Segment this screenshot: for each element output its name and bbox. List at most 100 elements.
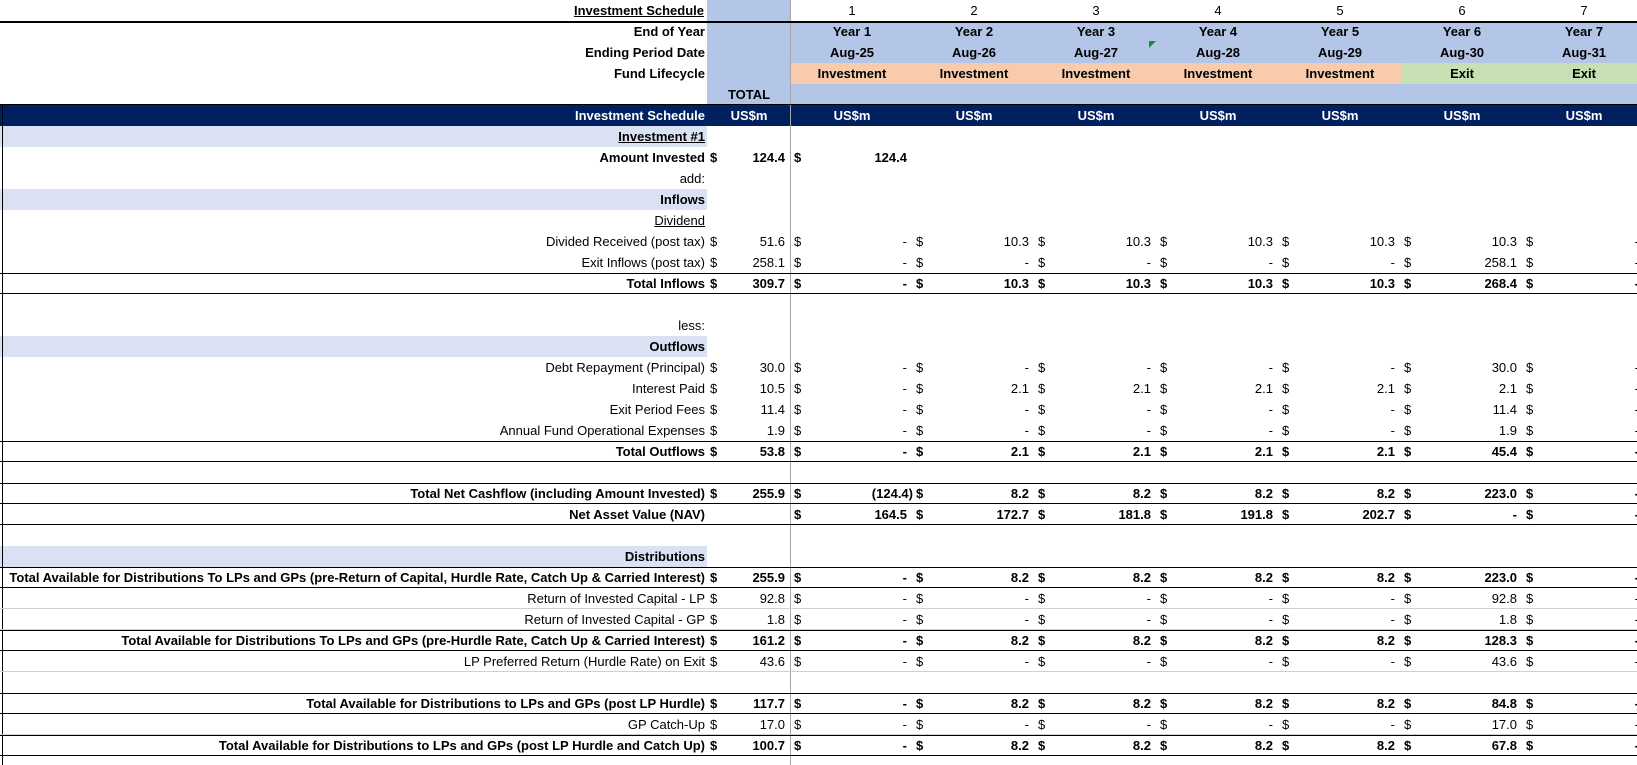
year-value-cell[interactable]: 268.4: [1421, 273, 1523, 294]
year-value-cell[interactable]: -: [1055, 588, 1157, 609]
total-value-cell[interactable]: 10.5: [727, 378, 791, 399]
total-value-cell[interactable]: 51.6: [727, 231, 791, 252]
year-value-cell[interactable]: 10.3: [1299, 273, 1401, 294]
year-value-cell[interactable]: -: [1177, 252, 1279, 273]
year-value-cell[interactable]: -: [1543, 483, 1637, 504]
lifecycle-cell[interactable]: Investment: [1157, 63, 1279, 84]
year-value-cell[interactable]: 92.8: [1421, 588, 1523, 609]
year-value-cell[interactable]: -: [1543, 420, 1637, 441]
year-value-cell[interactable]: 8.2: [1055, 483, 1157, 504]
year-value-cell[interactable]: [1299, 147, 1401, 168]
year-value-cell[interactable]: -: [1543, 630, 1637, 651]
year-number-cell[interactable]: 4: [1157, 0, 1279, 21]
year-value-cell[interactable]: 2.1: [1055, 441, 1157, 462]
year-value-cell[interactable]: -: [811, 231, 913, 252]
year-value-cell[interactable]: [1177, 147, 1279, 168]
header-blank-cell[interactable]: [707, 42, 791, 63]
year-value-cell[interactable]: -: [1299, 357, 1401, 378]
year-value-cell[interactable]: -: [811, 630, 913, 651]
year-value-cell[interactable]: -: [1177, 651, 1279, 672]
year-value-cell[interactable]: -: [811, 567, 913, 588]
year-value-cell[interactable]: 10.3: [1421, 231, 1523, 252]
year-value-cell[interactable]: -: [1055, 399, 1157, 420]
year-value-cell[interactable]: -: [1299, 609, 1401, 630]
year-value-cell[interactable]: -: [933, 399, 1035, 420]
year-value-cell[interactable]: 8.2: [1299, 567, 1401, 588]
year-value-cell[interactable]: -: [1543, 231, 1637, 252]
total-value-cell[interactable]: 11.4: [727, 399, 791, 420]
lifecycle-cell[interactable]: Investment: [913, 63, 1035, 84]
year-value-cell[interactable]: -: [1543, 588, 1637, 609]
total-value-cell[interactable]: 117.7: [727, 693, 791, 714]
total-value-cell[interactable]: [707, 504, 791, 525]
total-value-cell[interactable]: 17.0: [727, 714, 791, 735]
unit-cell[interactable]: US$m: [1157, 105, 1279, 126]
year-value-cell[interactable]: 10.3: [933, 231, 1035, 252]
year-value-cell[interactable]: 2.1: [1177, 441, 1279, 462]
year-value-cell[interactable]: -: [811, 420, 913, 441]
year-value-cell[interactable]: -: [1543, 651, 1637, 672]
unit-cell[interactable]: US$m: [1279, 105, 1401, 126]
year-value-cell[interactable]: 8.2: [1299, 693, 1401, 714]
year-value-cell[interactable]: 8.2: [933, 483, 1035, 504]
year-value-cell[interactable]: 8.2: [1299, 735, 1401, 756]
year-value-cell[interactable]: -: [1299, 399, 1401, 420]
total-value-cell[interactable]: 161.2: [727, 630, 791, 651]
year-value-cell[interactable]: -: [1543, 252, 1637, 273]
unit-cell[interactable]: US$m: [707, 105, 791, 126]
year-value-cell[interactable]: -: [811, 735, 913, 756]
lifecycle-cell[interactable]: Investment: [1035, 63, 1157, 84]
year-value-cell[interactable]: 45.4: [1421, 441, 1523, 462]
year-value-cell[interactable]: 8.2: [933, 693, 1035, 714]
year-value-cell[interactable]: 10.3: [1177, 273, 1279, 294]
year-label-cell[interactable]: Year 1: [791, 21, 913, 42]
year-value-cell[interactable]: -: [1543, 273, 1637, 294]
year-value-cell[interactable]: -: [811, 399, 913, 420]
year-value-cell[interactable]: -: [1055, 651, 1157, 672]
total-value-cell[interactable]: 92.8: [727, 588, 791, 609]
year-value-cell[interactable]: 8.2: [1055, 735, 1157, 756]
year-value-cell[interactable]: -: [933, 651, 1035, 672]
year-value-cell[interactable]: -: [1543, 441, 1637, 462]
period-date-cell[interactable]: Aug-28: [1157, 42, 1279, 63]
year-value-cell[interactable]: -: [1299, 252, 1401, 273]
year-value-cell[interactable]: 258.1: [1421, 252, 1523, 273]
year-value-cell[interactable]: 191.8: [1177, 504, 1279, 525]
year-value-cell[interactable]: -: [1543, 714, 1637, 735]
year-value-cell[interactable]: 10.3: [1299, 231, 1401, 252]
year-value-cell[interactable]: 8.2: [1055, 630, 1157, 651]
year-value-cell[interactable]: 2.1: [1299, 378, 1401, 399]
year-value-cell[interactable]: [933, 147, 1035, 168]
total-value-cell[interactable]: 100.7: [727, 735, 791, 756]
header-blank-band[interactable]: [791, 84, 1637, 105]
year-number-cell[interactable]: 3: [1035, 0, 1157, 21]
year-value-cell[interactable]: 8.2: [1177, 630, 1279, 651]
year-value-cell[interactable]: -: [1543, 735, 1637, 756]
total-value-cell[interactable]: 309.7: [727, 273, 791, 294]
year-value-cell[interactable]: -: [933, 252, 1035, 273]
year-value-cell[interactable]: 10.3: [933, 273, 1035, 294]
year-value-cell[interactable]: -: [811, 378, 913, 399]
year-value-cell[interactable]: 43.6: [1421, 651, 1523, 672]
unit-cell[interactable]: US$m: [1401, 105, 1523, 126]
year-value-cell[interactable]: -: [1543, 378, 1637, 399]
total-value-cell[interactable]: 124.4: [727, 147, 791, 168]
year-value-cell[interactable]: -: [1055, 420, 1157, 441]
year-value-cell[interactable]: (124.4): [811, 483, 913, 504]
year-value-cell[interactable]: -: [1177, 399, 1279, 420]
period-date-cell[interactable]: Aug-31: [1523, 42, 1637, 63]
year-value-cell[interactable]: 2.1: [933, 378, 1035, 399]
year-value-cell[interactable]: 67.8: [1421, 735, 1523, 756]
year-label-cell[interactable]: Year 6: [1401, 21, 1523, 42]
period-date-cell[interactable]: Aug-30: [1401, 42, 1523, 63]
total-value-cell[interactable]: 1.8: [727, 609, 791, 630]
year-value-cell[interactable]: -: [811, 693, 913, 714]
year-value-cell[interactable]: 8.2: [1177, 483, 1279, 504]
year-value-cell[interactable]: -: [933, 714, 1035, 735]
year-value-cell[interactable]: [1543, 147, 1637, 168]
year-value-cell[interactable]: -: [1543, 693, 1637, 714]
year-value-cell[interactable]: 164.5: [811, 504, 913, 525]
year-value-cell[interactable]: [1421, 147, 1523, 168]
header-blank-cell[interactable]: [707, 21, 791, 42]
total-value-cell[interactable]: 43.6: [727, 651, 791, 672]
